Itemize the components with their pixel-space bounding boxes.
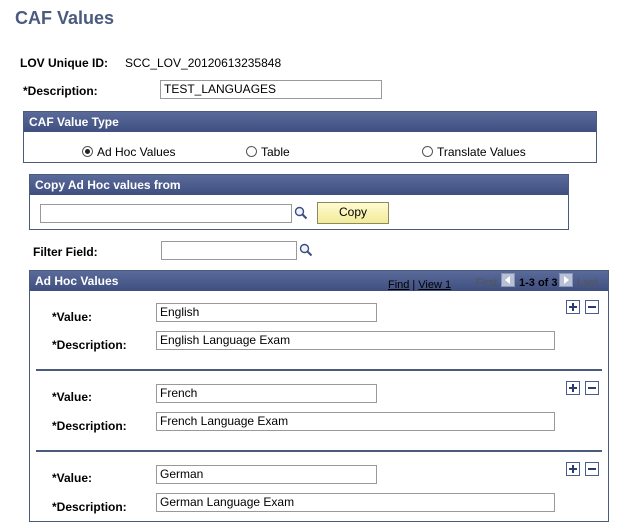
radio-ad-hoc-values-label: Ad Hoc Values	[97, 145, 176, 159]
radio-table-label: Table	[261, 145, 290, 159]
row-2-delete-minus-icon[interactable]	[585, 381, 599, 395]
arrow-right-icon[interactable]	[559, 273, 573, 287]
arrow-left-icon[interactable]	[501, 273, 515, 287]
caf-value-type-header: CAF Value Type	[24, 112, 596, 132]
row-1-description-input[interactable]: English Language Exam	[156, 331, 555, 350]
row-3-add-plus-icon[interactable]	[566, 462, 580, 476]
first-label: First	[476, 277, 498, 289]
row-1-add-plus-icon[interactable]	[566, 300, 580, 314]
last-label: Last	[577, 277, 598, 289]
copy-source-input[interactable]	[40, 204, 292, 223]
row-3-value-input[interactable]: German	[156, 465, 377, 484]
nav-separator: |	[412, 279, 416, 291]
row-1-delete-minus-icon[interactable]	[585, 300, 599, 314]
row-2-description-input[interactable]: French Language Exam	[156, 412, 555, 431]
row-value-label: *Value:	[52, 471, 93, 485]
row-value-label: *Value:	[52, 310, 93, 324]
page-title: CAF Values	[15, 8, 115, 28]
view-1-link[interactable]: View 1	[418, 279, 451, 291]
range-label: 1-3 of 3	[519, 277, 558, 289]
row-2-value-input[interactable]: French	[156, 384, 377, 403]
copy-button[interactable]: Copy	[317, 202, 389, 224]
adhoc-nav: Find | View 1	[388, 277, 451, 291]
radio-table[interactable]	[246, 146, 257, 157]
radio-ad-hoc-values[interactable]	[82, 146, 93, 157]
lov-id-label: LOV Unique ID:	[20, 56, 108, 70]
copy-section-header: Copy Ad Hoc values from	[30, 175, 568, 195]
row-value-label: *Value:	[52, 390, 93, 404]
row-description-label: *Description:	[52, 419, 127, 433]
find-link[interactable]: Find	[388, 279, 409, 291]
row-3-description-input[interactable]: German Language Exam	[156, 493, 555, 512]
row-description-label: *Description:	[52, 500, 127, 514]
row-separator	[36, 450, 602, 452]
lov-id-value: SCC_LOV_20120613235848	[125, 56, 282, 70]
description-input[interactable]: TEST_LANGUAGES	[160, 80, 382, 99]
row-1-value-input[interactable]: English	[156, 303, 377, 322]
row-2-add-plus-icon[interactable]	[566, 381, 580, 395]
radio-translate-values[interactable]	[422, 146, 433, 157]
copy-lookup-icon[interactable]	[294, 206, 308, 220]
row-description-label: *Description:	[52, 338, 127, 352]
description-label: *Description:	[23, 84, 98, 98]
row-separator	[36, 369, 602, 371]
filter-field-input[interactable]	[161, 241, 297, 260]
row-3-delete-minus-icon[interactable]	[585, 462, 599, 476]
radio-translate-values-label: Translate Values	[437, 145, 526, 159]
filter-lookup-icon[interactable]	[299, 243, 313, 257]
filter-field-label: Filter Field:	[33, 245, 98, 259]
